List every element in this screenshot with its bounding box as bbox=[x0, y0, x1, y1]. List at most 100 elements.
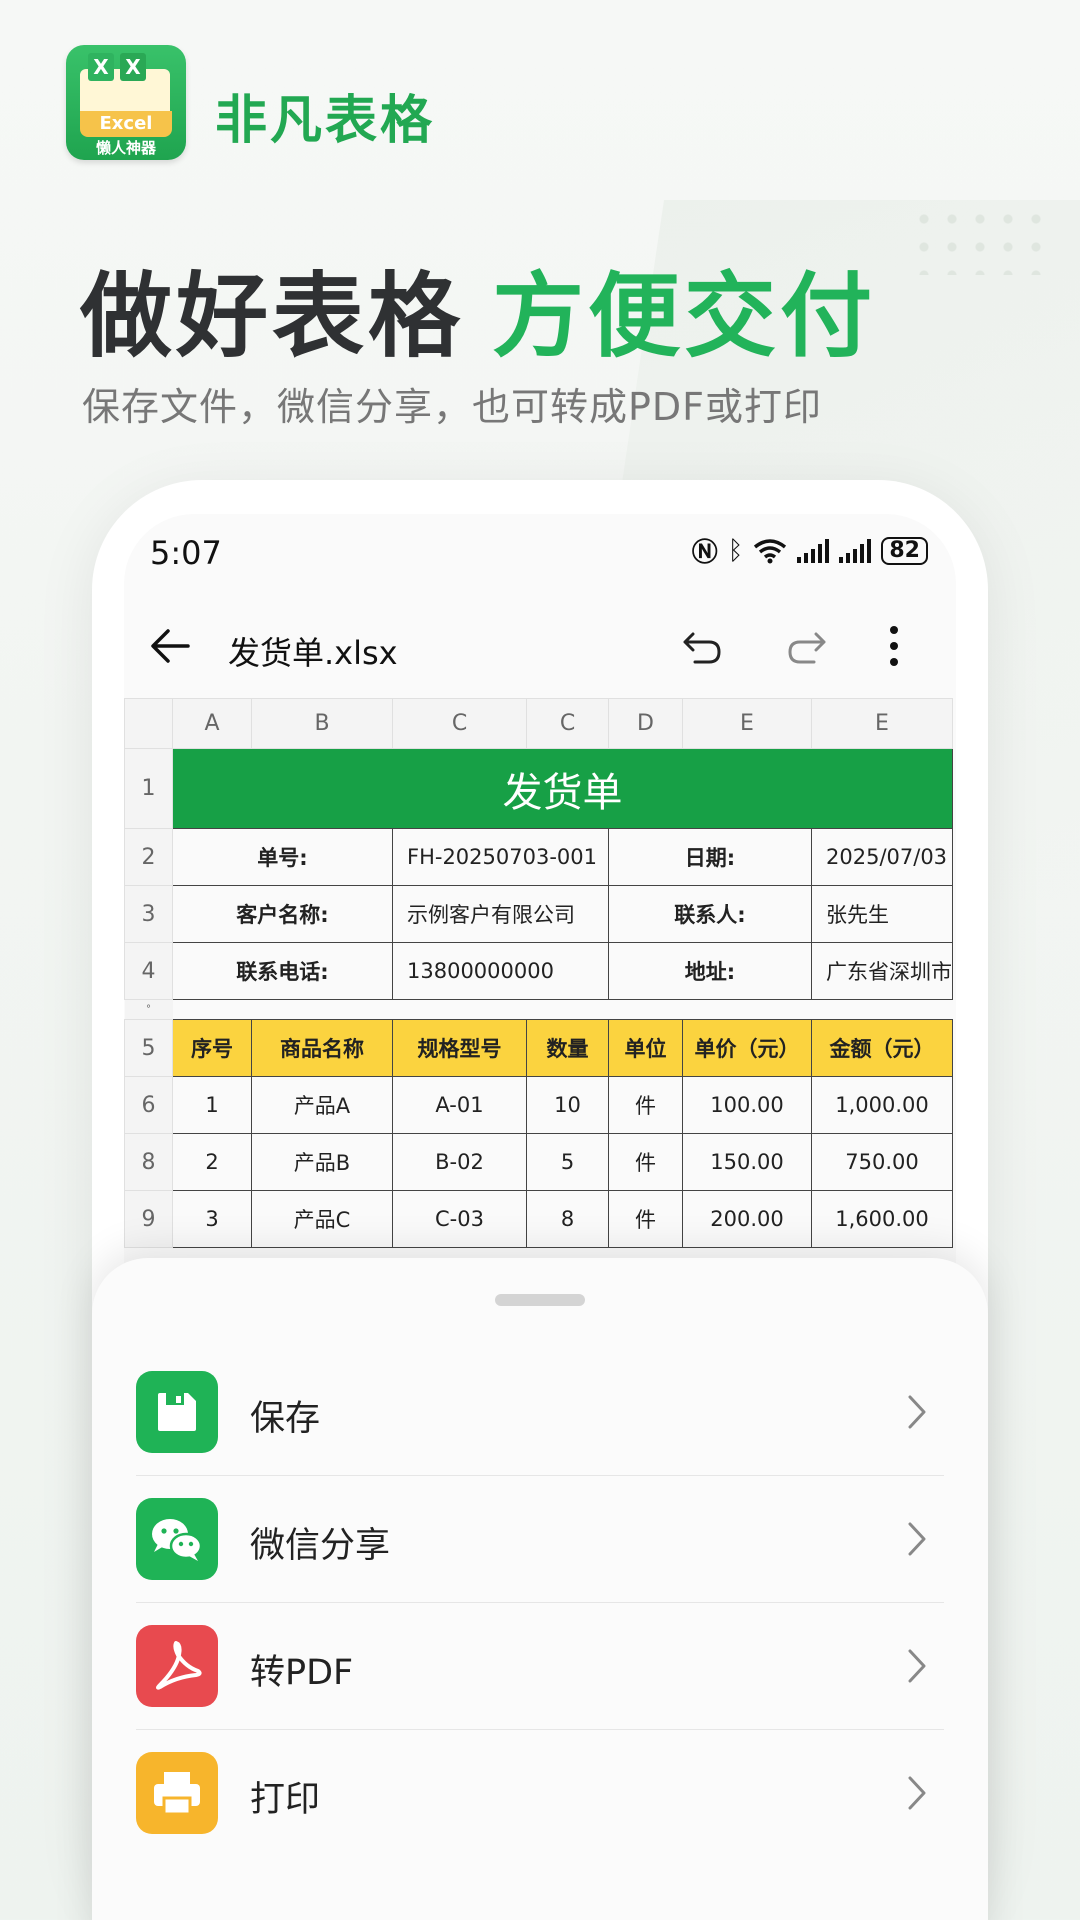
subheadline: 保存文件，微信分享，也可转成PDF或打印 bbox=[82, 385, 823, 429]
cell[interactable]: 13800000000 bbox=[392, 942, 609, 1000]
cell[interactable]: 张先生 bbox=[811, 885, 953, 943]
column-header[interactable]: D bbox=[608, 698, 683, 749]
cell[interactable]: 产品C bbox=[251, 1190, 393, 1248]
cell[interactable]: 10 bbox=[526, 1076, 609, 1134]
redo-icon[interactable] bbox=[784, 624, 830, 670]
headline-dark: 做好表格 bbox=[80, 263, 465, 370]
table-row: 1 发货单 bbox=[124, 748, 953, 829]
chevron-right-icon bbox=[908, 1649, 926, 1683]
row-header[interactable]: ° bbox=[124, 999, 173, 1020]
column-header[interactable]: E bbox=[811, 698, 953, 749]
column-header-row: A B C C D E E bbox=[124, 698, 953, 749]
cell[interactable]: 商品名称 bbox=[251, 1019, 393, 1077]
table-row: 6 1 产品A A-01 10 件 100.00 1,000.00 bbox=[124, 1076, 953, 1134]
row-header[interactable]: 1 bbox=[124, 748, 173, 829]
app-name: 非凡表格 bbox=[215, 91, 436, 151]
drag-handle[interactable] bbox=[495, 1294, 585, 1306]
chevron-right-icon bbox=[908, 1776, 926, 1810]
cell[interactable]: 地址: bbox=[608, 942, 812, 1000]
cell[interactable]: A-01 bbox=[392, 1076, 527, 1134]
empty-row[interactable] bbox=[172, 999, 953, 1020]
row-header[interactable]: 6 bbox=[124, 1076, 173, 1134]
cell[interactable]: 序号 bbox=[172, 1019, 252, 1077]
signal-icon bbox=[797, 538, 830, 563]
wechat-share-label: 微信分享 bbox=[250, 1526, 391, 1566]
cell[interactable]: 750.00 bbox=[811, 1133, 953, 1191]
save-action[interactable]: 保存 bbox=[136, 1349, 944, 1476]
convert-pdf-label: 转PDF bbox=[250, 1653, 354, 1693]
convert-pdf-action[interactable]: 转PDF bbox=[136, 1603, 944, 1730]
column-header[interactable]: A bbox=[172, 698, 252, 749]
chevron-right-icon bbox=[908, 1395, 926, 1429]
cell[interactable]: 1 bbox=[172, 1076, 252, 1134]
cell[interactable]: 单位 bbox=[608, 1019, 683, 1077]
cell[interactable]: 8 bbox=[526, 1190, 609, 1248]
app-toolbar: 发货单.xlsx bbox=[124, 594, 956, 704]
status-bar: 5:07 Ⓝ ᛒ 82 bbox=[124, 514, 956, 584]
row-header[interactable]: 3 bbox=[124, 885, 173, 943]
cell[interactable]: 数量 bbox=[526, 1019, 609, 1077]
cell[interactable]: 件 bbox=[608, 1133, 683, 1191]
cell[interactable]: 广东省深圳市南山区 bbox=[811, 942, 953, 1000]
more-options-icon[interactable] bbox=[884, 622, 904, 670]
bluetooth-icon: ᛒ bbox=[727, 535, 744, 566]
cell[interactable]: B-02 bbox=[392, 1133, 527, 1191]
cell[interactable]: 日期: bbox=[608, 828, 812, 886]
row-header[interactable]: 5 bbox=[124, 1019, 173, 1077]
headline-green: 方便交付 bbox=[492, 263, 877, 370]
cell[interactable]: 联系电话: bbox=[172, 942, 393, 1000]
corner-cell[interactable] bbox=[124, 698, 173, 749]
cell[interactable]: 150.00 bbox=[682, 1133, 812, 1191]
row-header[interactable]: 4 bbox=[124, 942, 173, 1000]
table-row: 3 客户名称: 示例客户有限公司 联系人: 张先生 bbox=[124, 885, 953, 943]
column-header[interactable]: B bbox=[251, 698, 393, 749]
row-header[interactable]: 9 bbox=[124, 1190, 173, 1248]
cell[interactable]: C-03 bbox=[392, 1190, 527, 1248]
cell[interactable]: 1,600.00 bbox=[811, 1190, 953, 1248]
cell[interactable]: 联系人: bbox=[608, 885, 812, 943]
sheet-title-cell[interactable]: 发货单 bbox=[172, 748, 953, 829]
cell[interactable]: 件 bbox=[608, 1190, 683, 1248]
cell[interactable]: 2025/07/03 bbox=[811, 828, 953, 886]
print-action[interactable]: 打印 bbox=[136, 1730, 944, 1857]
row-header[interactable]: 8 bbox=[124, 1133, 173, 1191]
signal-icon bbox=[839, 538, 872, 563]
chevron-right-icon bbox=[908, 1522, 926, 1556]
undo-icon[interactable] bbox=[679, 624, 725, 670]
row-header[interactable]: 2 bbox=[124, 828, 173, 886]
table-row: 4 联系电话: 13800000000 地址: 广东省深圳市南山区 bbox=[124, 942, 953, 1000]
cell[interactable]: 件 bbox=[608, 1076, 683, 1134]
cell[interactable]: 1,000.00 bbox=[811, 1076, 953, 1134]
wechat-share-action[interactable]: 微信分享 bbox=[136, 1476, 944, 1603]
cell[interactable]: 金额（元） bbox=[811, 1019, 953, 1077]
cell[interactable]: 产品B bbox=[251, 1133, 393, 1191]
logo-letter: X bbox=[120, 53, 146, 81]
app-logo: X X Excel 懒人神器 bbox=[66, 45, 186, 160]
cell[interactable]: FH-20250703-001 bbox=[392, 828, 609, 886]
cell[interactable]: 3 bbox=[172, 1190, 252, 1248]
cell[interactable]: 100.00 bbox=[682, 1076, 812, 1134]
column-header[interactable]: C bbox=[526, 698, 609, 749]
cell[interactable]: 单价（元） bbox=[682, 1019, 812, 1077]
cell[interactable]: 客户名称: bbox=[172, 885, 393, 943]
table-row: 8 2 产品B B-02 5 件 150.00 750.00 bbox=[124, 1133, 953, 1191]
cell[interactable]: 5 bbox=[526, 1133, 609, 1191]
cell[interactable]: 产品A bbox=[251, 1076, 393, 1134]
wifi-icon bbox=[754, 538, 787, 563]
print-icon bbox=[136, 1752, 218, 1834]
pdf-icon bbox=[136, 1625, 218, 1707]
logo-subtitle: 懒人神器 bbox=[95, 139, 156, 157]
nfc-icon: Ⓝ bbox=[691, 538, 718, 568]
column-header[interactable]: C bbox=[392, 698, 527, 749]
cell[interactable]: 单号: bbox=[172, 828, 393, 886]
print-label: 打印 bbox=[250, 1780, 321, 1820]
cell[interactable]: 规格型号 bbox=[392, 1019, 527, 1077]
cell[interactable]: 示例客户有限公司 bbox=[392, 885, 609, 943]
battery-indicator: 82 bbox=[881, 536, 928, 565]
logo-text: Excel bbox=[80, 111, 172, 137]
save-icon bbox=[136, 1371, 218, 1453]
column-header[interactable]: E bbox=[682, 698, 812, 749]
cell[interactable]: 2 bbox=[172, 1133, 252, 1191]
back-arrow-icon[interactable] bbox=[148, 624, 192, 668]
cell[interactable]: 200.00 bbox=[682, 1190, 812, 1248]
